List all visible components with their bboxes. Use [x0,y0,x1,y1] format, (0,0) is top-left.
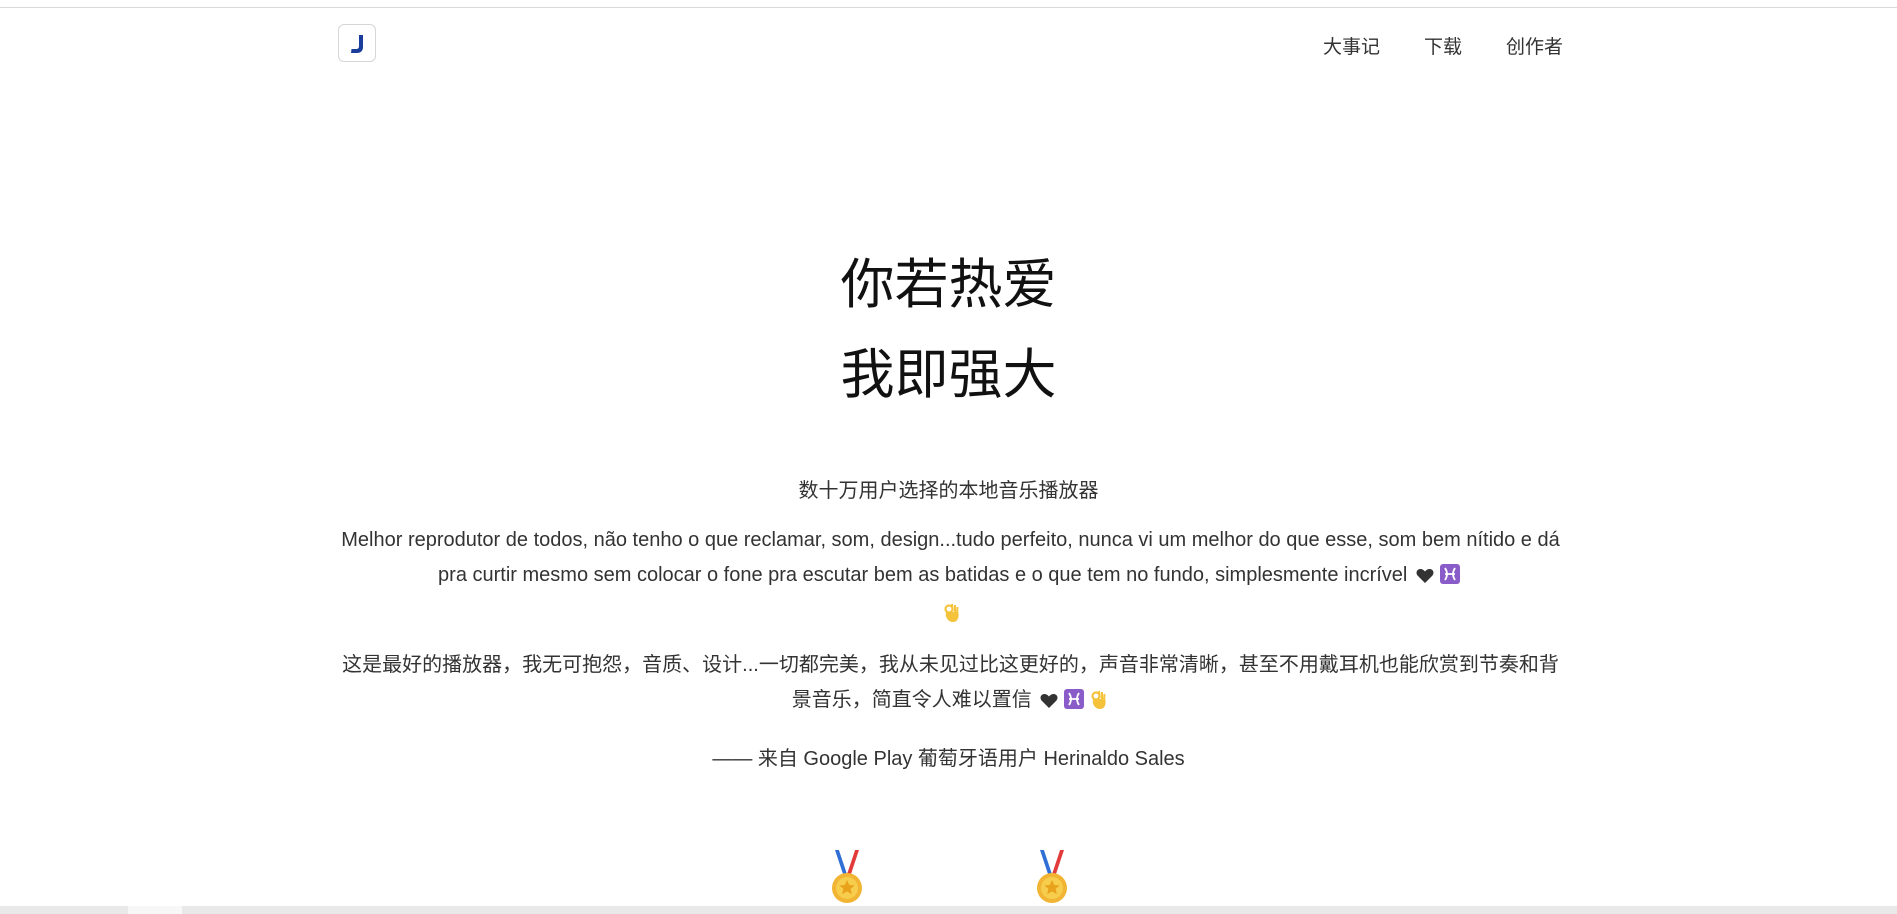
ok-hand-icon [1090,686,1106,721]
main-nav: 大事记 下载 创作者 [1323,32,1563,59]
pisces-icon [1064,686,1085,721]
pisces-icon [1439,561,1460,596]
review-portuguese: Melhor reprodutor de todos, não tenho o … [338,523,1563,634]
hero-title: 你若热爱 我即强大 [0,240,1897,420]
black-heart-icon [1040,686,1058,721]
logo-j-icon [351,35,363,53]
ok-hand-icon [943,599,959,634]
window-top-border [0,7,1897,8]
nav-link-milestones[interactable]: 大事记 [1323,32,1380,59]
nav-link-creators[interactable]: 创作者 [1506,32,1563,59]
hero-subtitle: 数十万用户选择的本地音乐播放器 [798,480,1099,502]
review-attribution: —— 来自 Google Play 葡萄牙语用户 Herinaldo Sales [712,748,1185,770]
medal-icon [1034,850,1070,906]
black-heart-icon [1416,561,1434,596]
nav-link-download[interactable]: 下载 [1424,32,1462,59]
bottom-tab [128,906,182,914]
hero-title-line-2: 我即强大 [840,345,1057,405]
logo-button[interactable] [338,24,376,62]
review-chinese: 这是最好的播放器，我无可抱怨，音质、设计...一切都完美，我从未见过比这更好的，… [338,648,1563,721]
medal-icon [829,850,865,906]
review-portuguese-text: Melhor reprodutor de todos, não tenho o … [341,529,1560,586]
review-chinese-text: 这是最好的播放器，我无可抱怨，音质、设计...一切都完美，我从未见过比这更好的，… [342,654,1559,711]
site-header: 大事记 下载 创作者 [338,24,1563,64]
hero-title-line-1: 你若热爱 [840,255,1057,315]
window-bottom-strip [0,906,1897,914]
